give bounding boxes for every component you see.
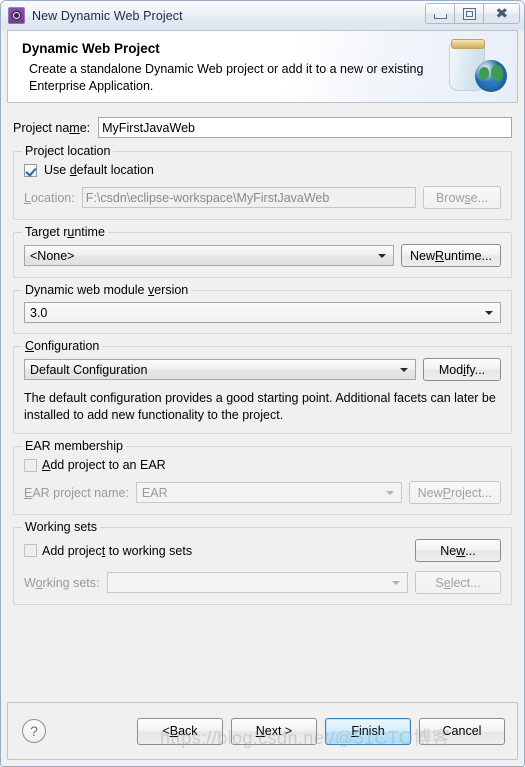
select-working-set-button[interactable]: Se lect...: [415, 571, 501, 594]
finish-button[interactable]: Finish: [325, 717, 411, 745]
new-runtime-button[interactable]: New Runtime...: [401, 244, 501, 267]
ear-project-name-label: EAR project name:: [24, 485, 129, 500]
location-input[interactable]: F:\csdn\eclipse-workspace\MyFirstJavaWeb: [81, 187, 416, 208]
add-to-ear-label: Add project to an EAR: [42, 458, 166, 472]
add-to-working-sets-row: Add project to working sets Ne w...: [24, 539, 501, 562]
ear-project-name-select[interactable]: EAR: [135, 482, 402, 503]
help-icon[interactable]: ?: [22, 719, 46, 743]
add-to-ear-checkbox[interactable]: [24, 458, 37, 472]
wizard-content: Project name: MyFirstJavaWeb Project loc…: [1, 103, 524, 702]
maximize-icon: [462, 7, 476, 20]
next-button[interactable]: Next >: [231, 717, 317, 745]
wizard-banner: Dynamic Web Project Create a standalone …: [7, 30, 518, 103]
chevron-down-icon: [392, 580, 400, 585]
close-icon: ✖: [495, 5, 508, 22]
ear-project-name-row: EAR project name: EAR New Project...: [24, 481, 501, 504]
jar-lid-shape: [451, 39, 485, 49]
add-to-working-sets-label: Add project to working sets: [42, 543, 193, 558]
globe-shape: [475, 60, 507, 92]
chevron-down-icon: [378, 253, 387, 258]
browse-button[interactable]: Brow s e...: [423, 186, 501, 209]
project-name-row: Project name: MyFirstJavaWeb: [13, 117, 512, 138]
use-default-location-checkbox[interactable]: [24, 163, 37, 177]
configuration-group: Configuration Default Configuration Mod i…: [13, 339, 512, 434]
maximize-button[interactable]: [454, 3, 483, 24]
project-name-input[interactable]: MyFirstJavaWeb: [98, 117, 512, 138]
target-runtime-value: <None>: [30, 248, 75, 263]
project-location-group-title: Project location: [22, 144, 114, 158]
configuration-value: Default Configuration: [30, 362, 148, 377]
module-version-group-title: Dynamic web module version: [22, 283, 192, 297]
working-sets-select[interactable]: [106, 572, 408, 593]
eclipse-wizard-icon: [8, 7, 25, 24]
configuration-row: Default Configuration Mod i fy...: [24, 358, 501, 381]
module-version-group: Dynamic web module version 3.0: [13, 283, 512, 334]
modify-button[interactable]: Mod i fy...: [423, 358, 501, 381]
location-label: Location:: [24, 190, 75, 205]
working-sets-group: Working sets Add project to working sets…: [13, 520, 512, 605]
footer-button-group: < Back Next > Finish Cancel: [137, 717, 505, 745]
add-to-working-sets-checkbox[interactable]: [24, 544, 37, 557]
configuration-help-text: The default configuration provides a goo…: [24, 391, 496, 422]
use-default-location-label: Use default location: [44, 163, 154, 177]
target-runtime-select[interactable]: <None>: [24, 245, 395, 266]
configuration-group-title: Configuration: [22, 339, 103, 353]
project-location-group: Project location Use default location Lo…: [13, 144, 512, 220]
page-description: Create a standalone Dynamic Web project …: [29, 62, 424, 93]
use-default-location-row[interactable]: Use default location: [24, 163, 501, 177]
new-working-set-button[interactable]: Ne w...: [415, 539, 501, 562]
new-ear-project-button[interactable]: New Project...: [408, 481, 501, 504]
target-runtime-group-title: Target runtime: [22, 225, 108, 239]
chevron-down-icon: [400, 367, 408, 372]
module-version-value: 3.0: [30, 305, 48, 320]
close-button[interactable]: ✖: [483, 3, 520, 24]
chevron-down-icon: [485, 310, 493, 315]
target-runtime-row: <None> New Runtime...: [24, 244, 501, 267]
ear-membership-group-title: EAR membership: [22, 439, 126, 453]
window-title: New Dynamic Web Project: [32, 8, 183, 23]
target-runtime-group: Target runtime <None> New Runtime...: [13, 225, 512, 278]
project-name-label: Project name:: [13, 120, 91, 135]
page-title: Dynamic Web Project: [22, 41, 160, 56]
module-version-select[interactable]: 3.0: [24, 302, 501, 323]
dialog-footer: ? < Back Next > Finish Cancel https://bl…: [7, 702, 518, 760]
chevron-down-icon: [385, 490, 394, 495]
cancel-button[interactable]: Cancel: [419, 717, 505, 745]
back-button[interactable]: < Back: [137, 717, 223, 745]
ear-membership-group: EAR membership Add project to an EAR EAR…: [13, 439, 512, 515]
window-controls: ✖: [425, 3, 520, 24]
working-sets-group-title: Working sets: [22, 520, 101, 534]
jar-globe-icon: [446, 37, 508, 97]
configuration-select[interactable]: Default Configuration: [24, 359, 416, 380]
minimize-button[interactable]: [425, 3, 454, 24]
minimize-icon: [433, 13, 447, 19]
working-sets-label: Working sets:: [24, 575, 100, 590]
add-to-ear-row[interactable]: Add project to an EAR: [24, 458, 501, 472]
working-sets-row: Working sets: Se lect...: [24, 571, 501, 594]
location-row: Location: F:\csdn\eclipse-workspace\MyFi…: [24, 186, 501, 209]
ear-project-name-value: EAR: [141, 485, 168, 500]
dialog-window: New Dynamic Web Project ✖ Dynamic Web Pr…: [0, 0, 525, 767]
title-bar: New Dynamic Web Project ✖: [1, 1, 524, 30]
